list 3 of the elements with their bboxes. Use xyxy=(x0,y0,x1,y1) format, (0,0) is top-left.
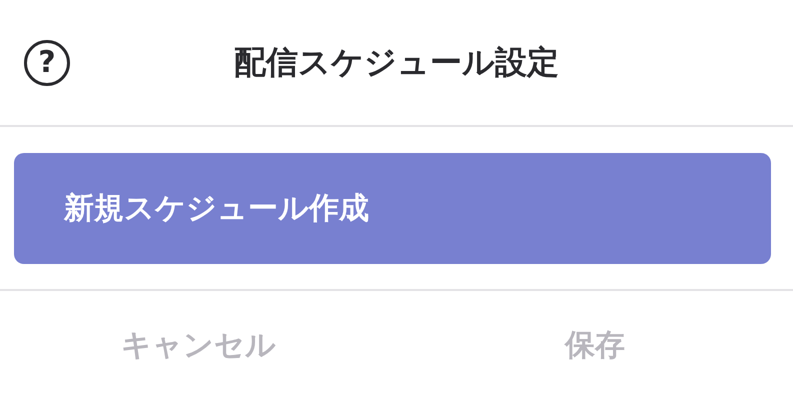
create-schedule-button[interactable]: 新規スケジュール作成 xyxy=(14,153,771,264)
window-title: 配信スケジュール設定 xyxy=(233,42,560,82)
help-icon[interactable]: ? xyxy=(24,40,70,86)
